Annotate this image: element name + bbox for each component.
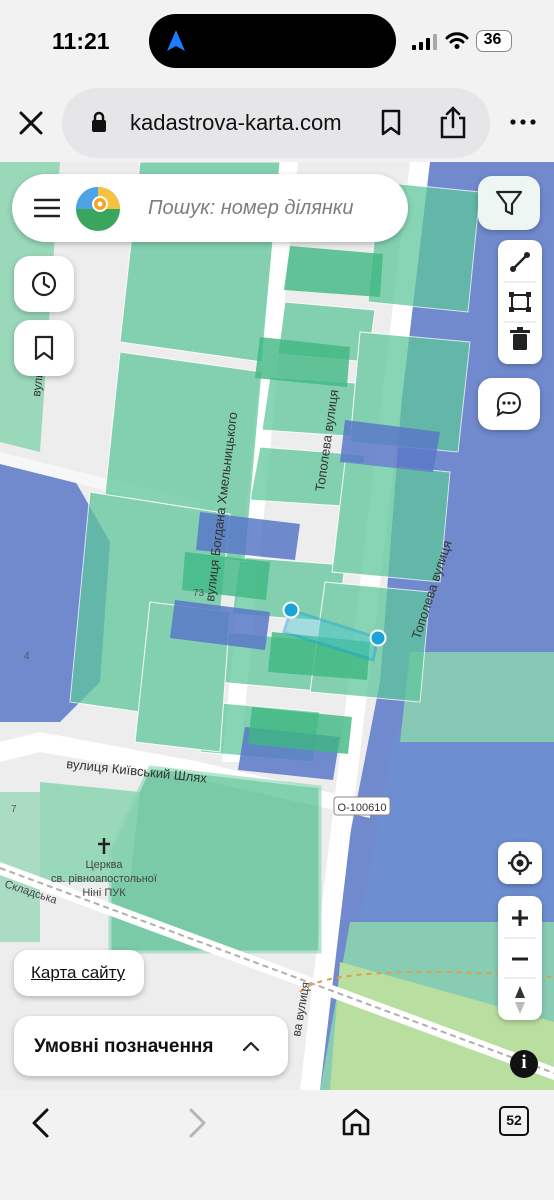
filter-icon: [495, 190, 523, 216]
trash-icon[interactable]: [510, 327, 530, 350]
church-label: Ніні ПУК: [82, 887, 126, 899]
history-button[interactable]: [14, 256, 74, 312]
tools-panel: [498, 240, 542, 364]
measure-line-icon[interactable]: [510, 252, 530, 272]
signal-icon: [412, 34, 437, 50]
locate-icon: [508, 851, 532, 875]
measure-area-icon[interactable]: [509, 292, 531, 312]
back-icon[interactable]: [26, 1106, 56, 1140]
tabs-count: 52: [506, 1112, 522, 1128]
search-input[interactable]: Пошук: номер ділянки: [148, 197, 353, 220]
house-number: 73: [193, 588, 205, 599]
selection-vertex[interactable]: [369, 629, 387, 647]
menu-icon[interactable]: [34, 198, 60, 218]
battery-level: 36: [483, 31, 502, 48]
locate-button[interactable]: [498, 842, 542, 884]
home-icon[interactable]: [340, 1106, 372, 1138]
selection-vertex[interactable]: [282, 601, 300, 619]
more-icon[interactable]: [510, 118, 536, 126]
compass-icon[interactable]: [515, 986, 525, 1014]
road-ref: О-100610: [338, 802, 387, 814]
logo-icon: [76, 187, 120, 231]
tools-icons: [504, 252, 536, 350]
status-time: 11:21: [52, 28, 110, 54]
share-icon[interactable]: [438, 106, 468, 140]
saved-button[interactable]: [14, 320, 74, 376]
info-icon: i: [521, 1052, 527, 1073]
bookmark-icon[interactable]: [380, 109, 402, 137]
forward-icon[interactable]: [182, 1106, 212, 1140]
comment-icon: [496, 391, 522, 418]
church-label: Церква: [85, 859, 123, 871]
close-icon[interactable]: [16, 108, 46, 138]
chevron-up-icon[interactable]: [240, 1036, 262, 1056]
lock-icon: [92, 111, 106, 132]
saved-icon: [34, 335, 54, 361]
navigation-arrow-icon: [167, 30, 185, 51]
zoom-panel: [498, 896, 542, 1020]
house-number: 4: [24, 651, 30, 662]
sitemap-link[interactable]: Карта сайту: [31, 963, 125, 983]
legend-label: Умовні позначення: [34, 1036, 214, 1057]
url-text[interactable]: kadastrova-karta.com: [130, 110, 342, 136]
history-icon: [31, 271, 57, 297]
zoom-icons: [504, 910, 536, 1014]
zoom-in-icon[interactable]: [512, 910, 528, 926]
browser-toolbar: 52: [0, 1090, 554, 1200]
filter-button[interactable]: [478, 176, 540, 230]
comment-button[interactable]: [478, 378, 540, 430]
wifi-icon: [445, 32, 469, 49]
church-label: св. рівноапостольної: [51, 873, 157, 885]
house-number: 7: [11, 804, 17, 815]
